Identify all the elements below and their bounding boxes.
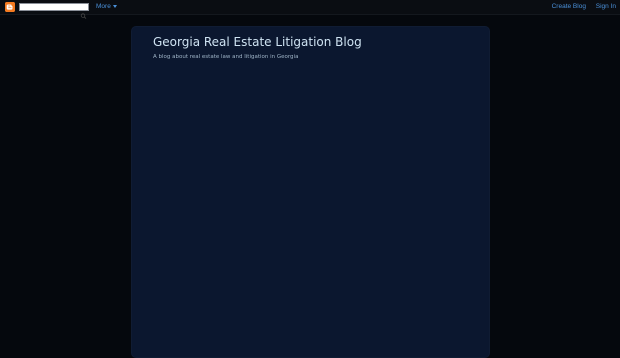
blog-title[interactable]: Georgia Real Estate Litigation Blog xyxy=(153,35,362,49)
blogger-navbar: More Create Blog Sign In xyxy=(0,0,620,19)
create-blog-link[interactable]: Create Blog xyxy=(552,3,586,10)
more-label: More xyxy=(96,3,111,10)
more-menu-link[interactable]: More xyxy=(96,2,117,11)
blog-content-area: Georgia Real Estate Litigation Blog A bl… xyxy=(131,26,490,358)
navbar-right-links: Create Blog Sign In xyxy=(544,2,616,11)
caret-down-icon xyxy=(112,4,117,8)
sign-in-link[interactable]: Sign In xyxy=(596,3,616,10)
blog-search-box[interactable] xyxy=(19,3,89,19)
search-icon[interactable] xyxy=(80,4,87,19)
blog-description: A blog about real estate law and litigat… xyxy=(153,54,299,60)
blogger-icon[interactable] xyxy=(5,2,15,12)
search-input[interactable] xyxy=(20,4,80,10)
